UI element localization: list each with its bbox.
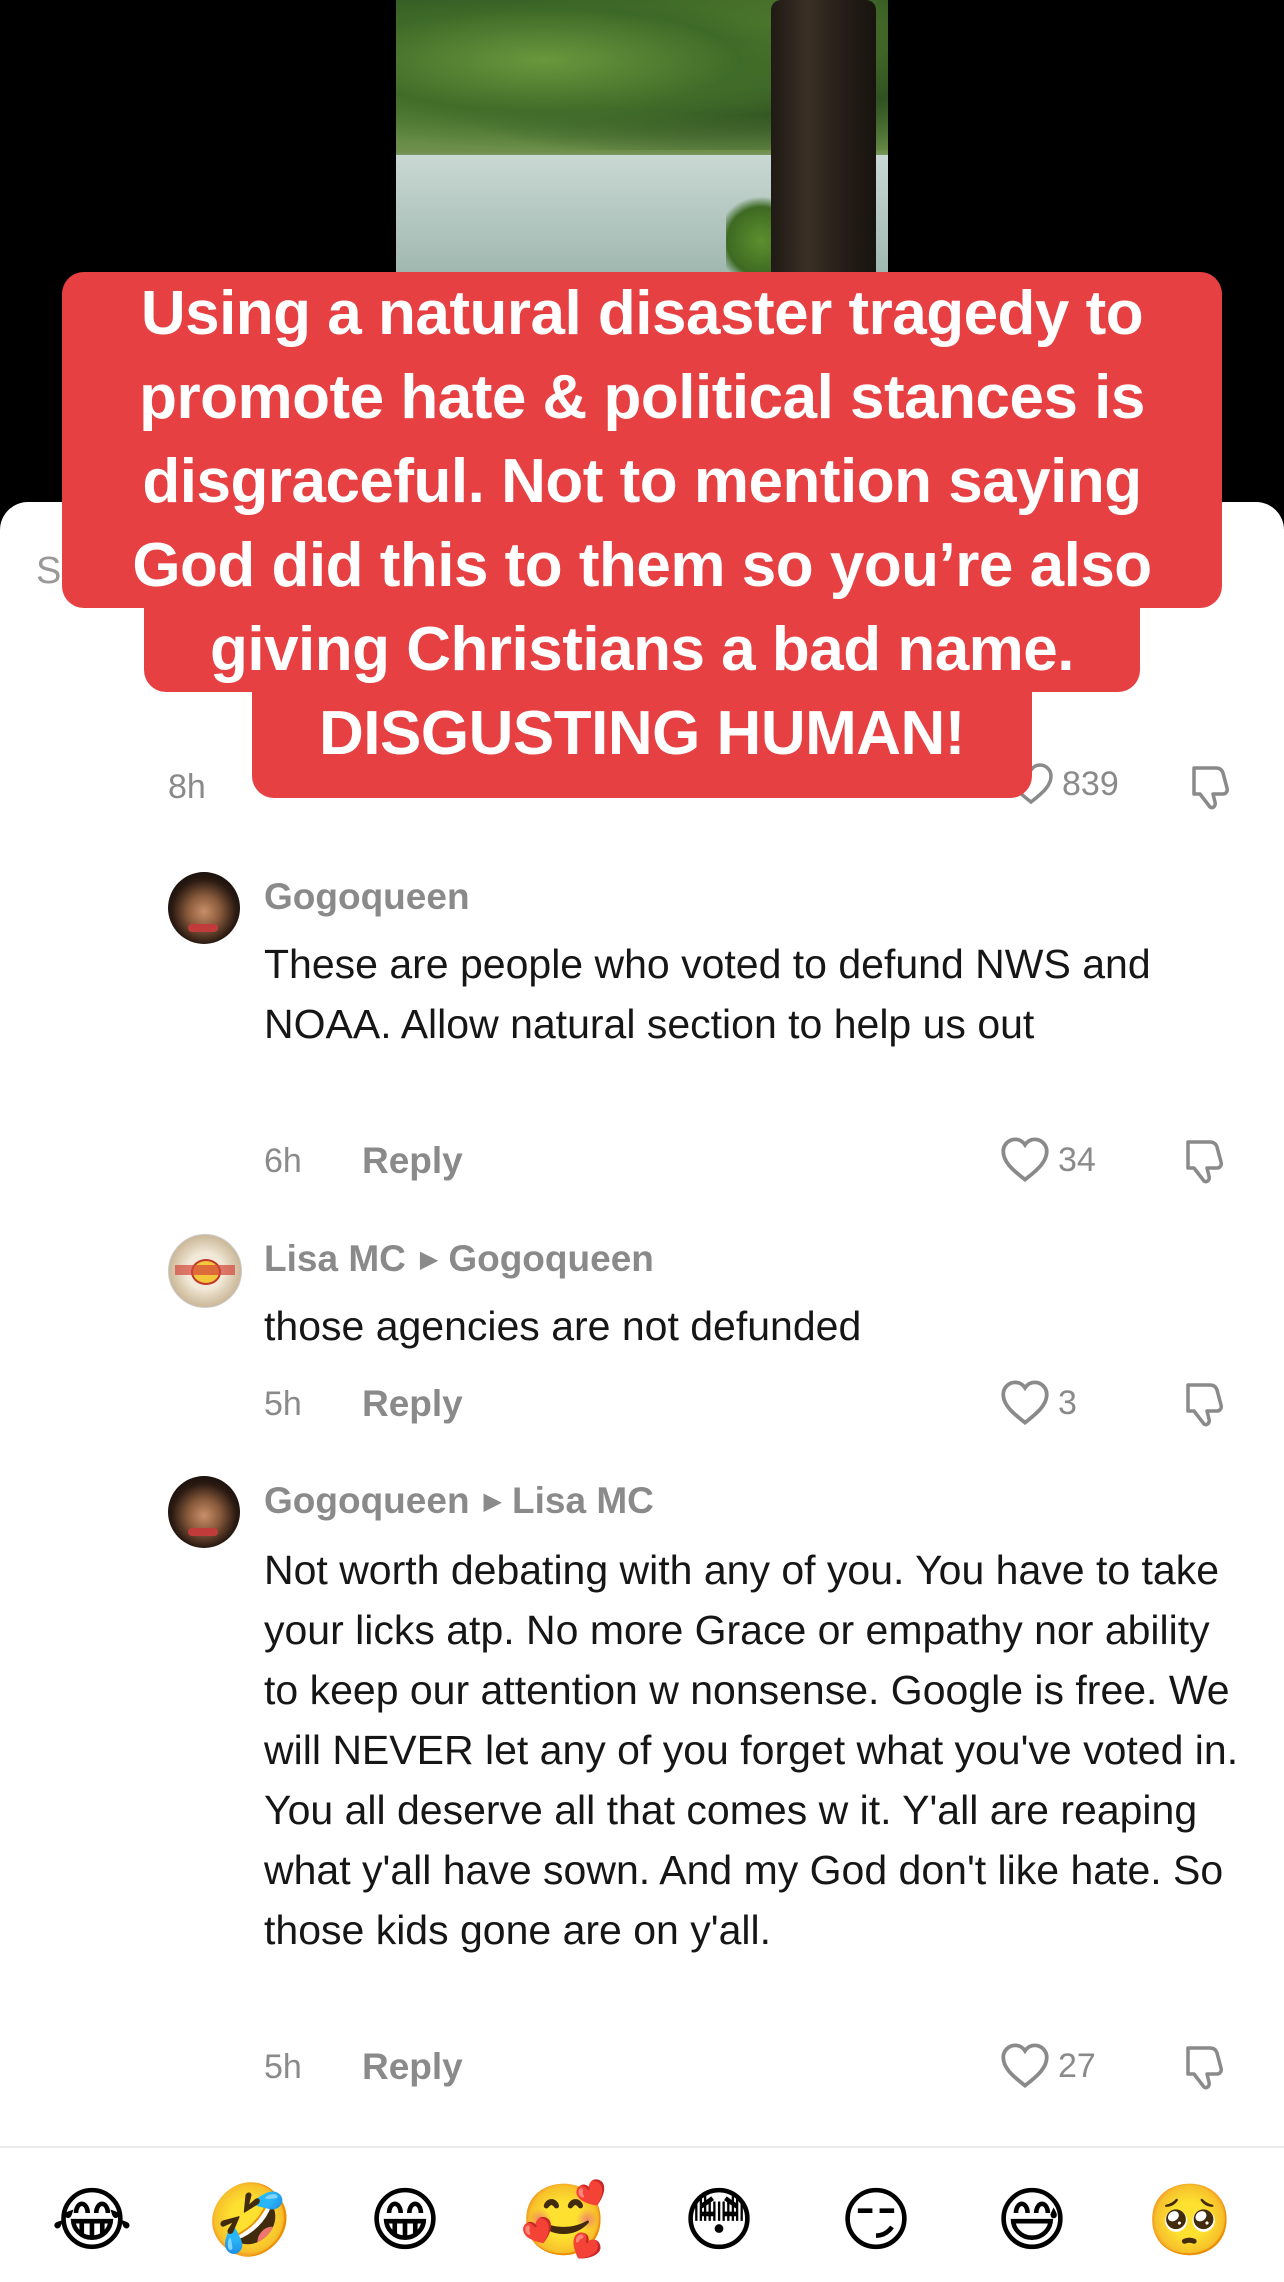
caption-line: giving Christians a bad name. bbox=[144, 608, 1140, 692]
caption-line: disgraceful. Not to mention saying bbox=[62, 440, 1222, 524]
emoji-rofl[interactable]: 🤣 bbox=[206, 2178, 293, 2262]
comment-time: 5h bbox=[264, 2048, 302, 2086]
like-count: 3 bbox=[1058, 1383, 1077, 1422]
reply-button[interactable]: Reply bbox=[362, 2046, 463, 2088]
caption-line: God did this to them so you’re also bbox=[62, 524, 1222, 608]
comment-text: These are people who voted to defund NWS… bbox=[264, 941, 1151, 1047]
heart-icon bbox=[1001, 1380, 1049, 1425]
emoji-smirk[interactable]: 😏 bbox=[834, 2178, 918, 2262]
dislike-button[interactable] bbox=[1186, 762, 1236, 817]
reply-button[interactable]: Reply bbox=[362, 1383, 463, 1425]
comment-time: 5h bbox=[264, 1385, 302, 1423]
emoji-tears-of-joy[interactable]: 😂 bbox=[50, 2178, 134, 2262]
caption-line: DISGUSTING HUMAN! bbox=[252, 692, 1032, 798]
like-count: 27 bbox=[1058, 2046, 1096, 2085]
author-name[interactable]: Gogoqueen bbox=[264, 876, 470, 917]
avatar[interactable] bbox=[168, 872, 240, 944]
comment-text: those agencies are not defunded bbox=[264, 1303, 862, 1349]
thumbs-down-icon bbox=[1186, 1383, 1223, 1427]
reply-to-name[interactable]: Lisa MC bbox=[512, 1480, 654, 1521]
reply-to-name[interactable]: Gogoqueen bbox=[448, 1238, 654, 1279]
emoji-sweat-smile[interactable]: 😅 bbox=[990, 2178, 1074, 2262]
dislike-button[interactable] bbox=[1180, 1379, 1230, 1434]
video-thumbnail[interactable] bbox=[396, 0, 888, 275]
like-button[interactable]: 34 bbox=[1000, 1136, 1096, 1184]
emoji-bar-divider bbox=[0, 2146, 1284, 2148]
comments-header-fragment: S bbox=[36, 550, 62, 592]
like-button[interactable]: 3 bbox=[1000, 1379, 1077, 1427]
avatar[interactable] bbox=[168, 1476, 240, 1548]
like-count: 839 bbox=[1062, 764, 1119, 803]
reply-arrow-icon: ▶ bbox=[419, 1246, 439, 1273]
like-button[interactable]: 27 bbox=[1000, 2042, 1096, 2090]
emoji-flushed[interactable]: 😳 bbox=[677, 2178, 761, 2262]
video-tree-trunk bbox=[771, 0, 876, 275]
thumbs-down-icon bbox=[1186, 2046, 1223, 2090]
thumbs-down-icon bbox=[1186, 1140, 1223, 1184]
author-name[interactable]: Lisa MC bbox=[264, 1238, 406, 1279]
caption-line: Using a natural disaster tragedy to bbox=[62, 272, 1222, 356]
emoji-hearts-face[interactable]: 🥰 bbox=[520, 2178, 607, 2262]
like-count: 34 bbox=[1058, 1140, 1096, 1179]
thumbs-down-icon bbox=[1192, 766, 1229, 810]
comment-author[interactable]: Gogoqueen ▶ Lisa MC bbox=[264, 1480, 654, 1522]
reply-button[interactable]: Reply bbox=[362, 1140, 463, 1182]
comment-author[interactable]: Lisa MC ▶ Gogoqueen bbox=[264, 1238, 654, 1280]
comment-text: Not worth debating with any of you. You … bbox=[264, 1547, 1239, 1953]
emoji-pleading[interactable]: 🥺 bbox=[1146, 2178, 1233, 2262]
emoji-grin[interactable]: 😁 bbox=[363, 2178, 447, 2262]
comment-author[interactable]: Gogoqueen bbox=[264, 876, 470, 918]
caption-line: promote hate & political stances is bbox=[62, 356, 1222, 440]
heart-icon bbox=[1001, 2043, 1049, 2088]
comment-time: 6h bbox=[264, 1142, 302, 1180]
avatar[interactable] bbox=[168, 1234, 242, 1308]
dislike-button[interactable] bbox=[1180, 2042, 1230, 2097]
heart-icon bbox=[1001, 1137, 1049, 1182]
author-name[interactable]: Gogoqueen bbox=[264, 1480, 470, 1521]
comment-time: 8h bbox=[168, 768, 206, 806]
reply-arrow-icon: ▶ bbox=[483, 1488, 503, 1515]
dislike-button[interactable] bbox=[1180, 1136, 1230, 1191]
